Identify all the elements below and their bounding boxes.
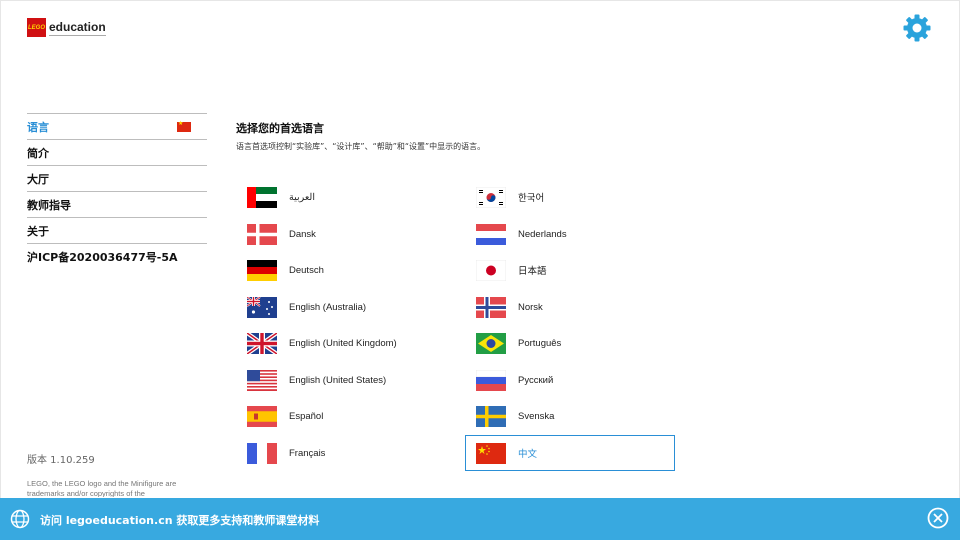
banner-link-text[interactable]: 访问 legoeducation.cn 获取更多支持和教师课堂材料 xyxy=(40,512,319,528)
china-flag-icon xyxy=(177,120,191,132)
language-name: Dansk xyxy=(289,228,316,240)
language-option-danish[interactable]: Dansk xyxy=(237,217,447,251)
language-option-korean[interactable]: 한국어 xyxy=(466,180,676,214)
uae-flag-icon xyxy=(247,186,277,208)
sidebar-item-label: 语言 xyxy=(27,120,49,134)
language-name: English (Australia) xyxy=(289,301,367,313)
legal-text: LEGO, the LEGO logo and the Minifigure a… xyxy=(27,479,177,497)
netherlands-flag-icon xyxy=(476,223,506,245)
sidebar-item-label: 简介 xyxy=(27,146,49,160)
version-label: 版本 1.10.259 xyxy=(27,455,95,466)
sidebar-item-language[interactable]: 语言 xyxy=(27,114,207,140)
language-name: 中文 xyxy=(518,449,538,460)
page-title: 选择您的首选语言 xyxy=(236,122,324,135)
language-option-dutch[interactable]: Nederlands xyxy=(466,217,676,251)
sidebar-item-intro[interactable]: 简介 xyxy=(27,140,207,166)
language-name: English (United Kingdom) xyxy=(289,337,397,349)
sidebar-item-label: 沪ICP备2020036477号-5A xyxy=(27,250,178,264)
china-flag-icon xyxy=(476,442,506,464)
uk-flag-icon xyxy=(247,332,277,354)
language-option-english-us[interactable]: English (United States) xyxy=(237,363,447,397)
sidebar-item-icp-link[interactable]: 沪ICP备2020036477号-5A xyxy=(27,244,207,269)
logo-text: education xyxy=(49,19,106,36)
germany-flag-icon xyxy=(247,259,277,281)
sidebar-item-label: 教师指导 xyxy=(27,198,71,212)
language-option-french[interactable]: Français xyxy=(237,436,447,470)
language-name: English (United States) xyxy=(289,374,387,386)
globe-icon xyxy=(10,509,30,529)
language-name: 日本語 xyxy=(518,266,547,277)
japan-flag-icon xyxy=(476,259,506,281)
lego-education-logo: LEGO education xyxy=(27,18,106,37)
sweden-flag-icon xyxy=(476,405,506,427)
norway-flag-icon xyxy=(476,296,506,318)
language-option-japanese[interactable]: 日本語 xyxy=(466,253,676,287)
russia-flag-icon xyxy=(476,369,506,391)
language-option-portuguese[interactable]: Português xyxy=(466,326,676,360)
sidebar-item-label: 大厅 xyxy=(27,172,49,186)
language-option-norwegian[interactable]: Norsk xyxy=(466,290,676,324)
language-name: Português xyxy=(518,337,562,349)
language-name: Français xyxy=(289,447,326,459)
language-option-arabic[interactable]: العربية xyxy=(237,180,447,214)
gear-icon[interactable] xyxy=(902,13,932,43)
sidebar-item-about[interactable]: 关于 xyxy=(27,218,207,244)
lego-brick-logo: LEGO xyxy=(27,18,46,37)
language-name: Svenska xyxy=(518,410,555,422)
south-korea-flag-icon xyxy=(476,186,506,208)
france-flag-icon xyxy=(247,442,277,464)
language-name: العربية xyxy=(289,191,315,203)
promo-banner[interactable]: 访问 legoeducation.cn 获取更多支持和教师课堂材料 xyxy=(0,498,960,540)
language-name: Nederlands xyxy=(518,228,567,240)
language-name: Español xyxy=(289,410,324,422)
language-name: 한국어 xyxy=(518,193,545,204)
language-option-swedish[interactable]: Svenska xyxy=(466,399,676,433)
language-name: Русский xyxy=(518,374,554,386)
spain-flag-icon xyxy=(247,405,277,427)
page-subtitle: 语言首选项控制“实验库”、“设计库”、“帮助”和“设置”中显示的语言。 xyxy=(236,142,486,151)
australia-flag-icon xyxy=(247,296,277,318)
language-option-english-uk[interactable]: English (United Kingdom) xyxy=(237,326,447,360)
language-name: Deutsch xyxy=(289,264,324,276)
brazil-flag-icon xyxy=(476,332,506,354)
language-option-spanish[interactable]: Español xyxy=(237,399,447,433)
usa-flag-icon xyxy=(247,369,277,391)
language-name: Norsk xyxy=(518,301,543,313)
language-option-german[interactable]: Deutsch xyxy=(237,253,447,287)
sidebar-item-label: 关于 xyxy=(27,224,49,238)
language-option-russian[interactable]: Русский xyxy=(466,363,676,397)
sidebar-item-teacher-guide[interactable]: 教师指导 xyxy=(27,192,207,218)
close-icon[interactable] xyxy=(927,507,949,529)
sidebar-item-lobby[interactable]: 大厅 xyxy=(27,166,207,192)
language-option-english-australia[interactable]: English (Australia) xyxy=(237,290,447,324)
language-option-chinese[interactable]: 中文 xyxy=(465,435,675,471)
sidebar: 语言 简介 大厅 教师指导 关于 沪ICP备2020036477号-5A xyxy=(27,113,207,269)
denmark-flag-icon xyxy=(247,223,277,245)
